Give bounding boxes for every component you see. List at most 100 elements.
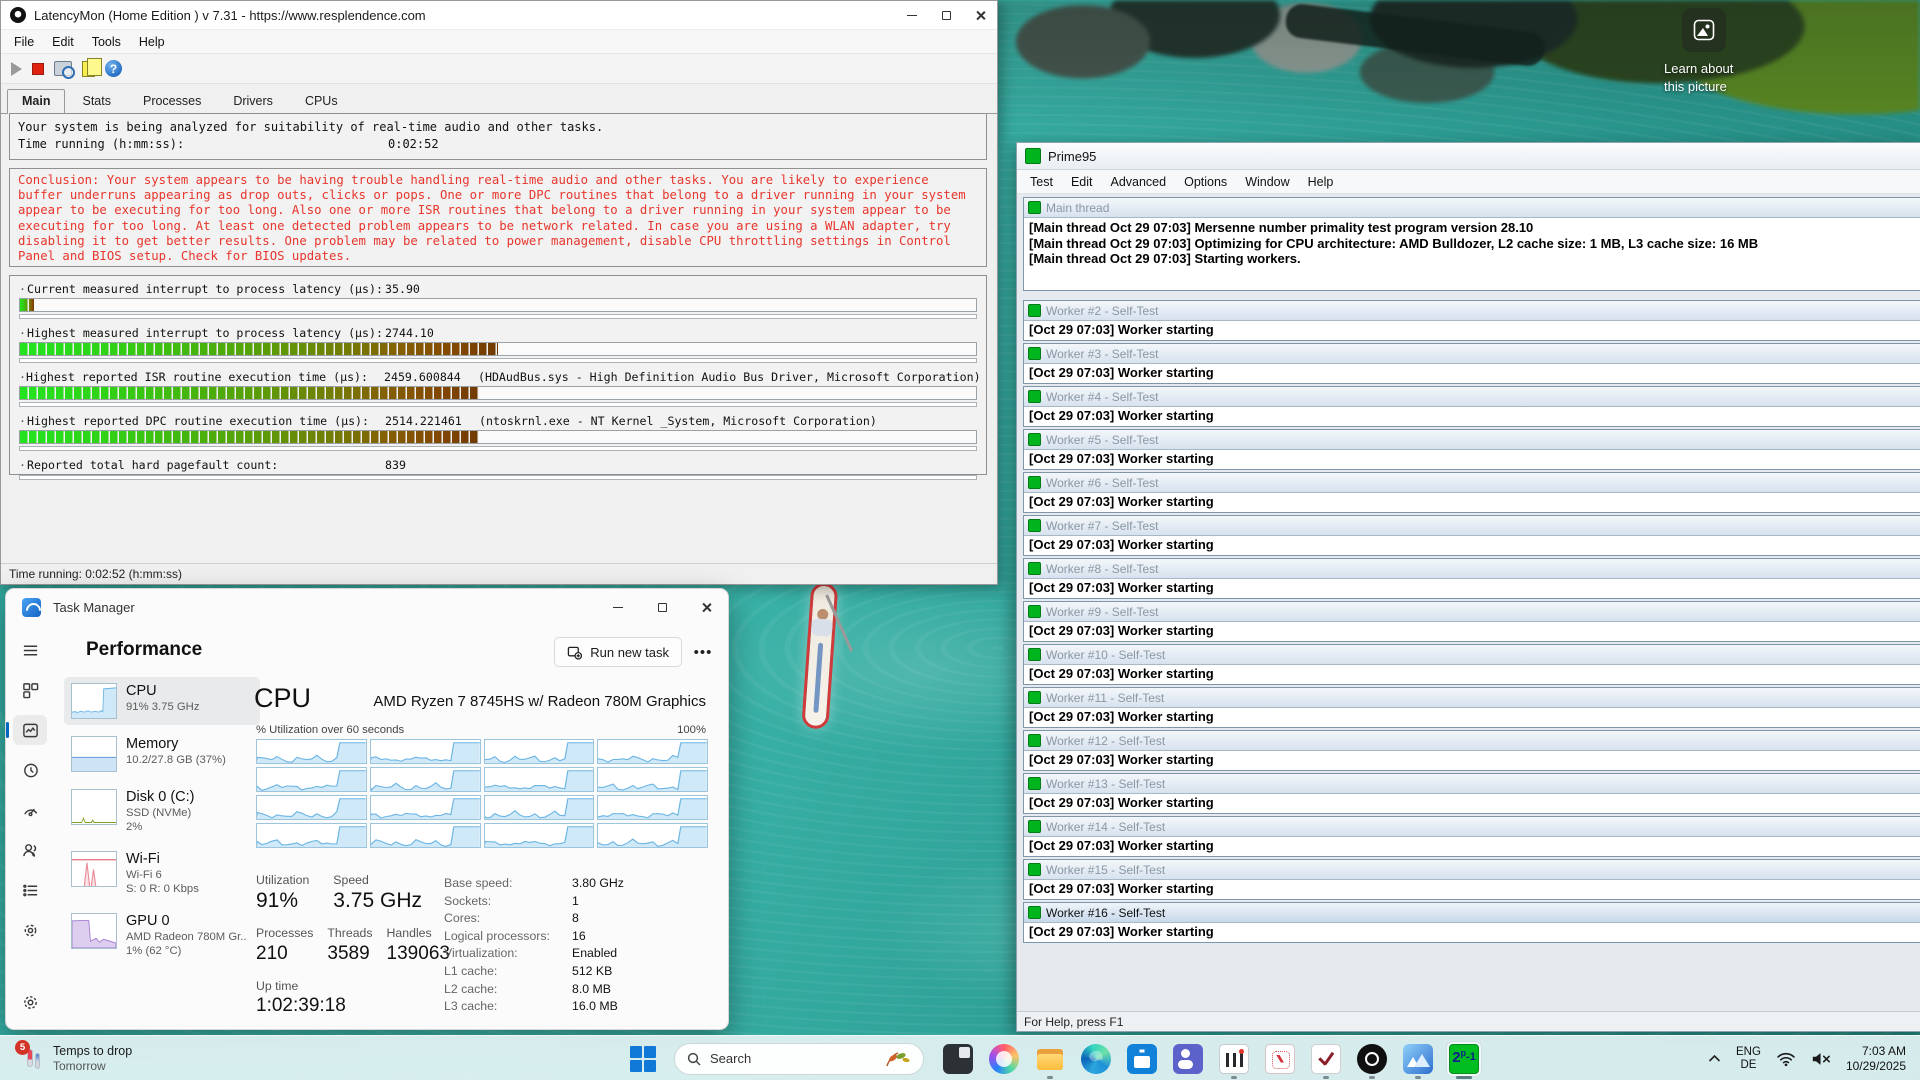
menu-item-edit[interactable]: Edit xyxy=(1062,173,1102,191)
sidebar-item-app-history[interactable] xyxy=(13,755,47,785)
maximize-button[interactable] xyxy=(929,1,963,30)
menu-item-options[interactable]: Options xyxy=(1175,173,1236,191)
worker-titlebar[interactable]: Worker #10 - Self-Test xyxy=(1024,645,1920,665)
item-subtitle: AMD Radeon 780M Gr..1% (62 °C) xyxy=(126,931,247,958)
performance-item-disk-0-c-[interactable]: Disk 0 (C:) SSD (NVMe)2% xyxy=(64,783,260,840)
task-manager-titlebar[interactable]: Task Manager xyxy=(6,589,728,625)
worker-titlebar[interactable]: Worker #15 - Self-Test xyxy=(1024,860,1920,880)
sidebar-item-details[interactable] xyxy=(13,875,47,905)
wifi-icon[interactable] xyxy=(1776,1051,1796,1067)
tab-main[interactable]: Main xyxy=(7,89,65,114)
detail-value: 16 xyxy=(572,928,586,946)
performance-item-wi-fi[interactable]: Wi-Fi Wi-Fi 6S: 0 R: 0 Kbps xyxy=(64,845,260,902)
sidebar-item-startup-apps[interactable] xyxy=(13,795,47,825)
teams-taskbar-button[interactable] xyxy=(1170,1041,1206,1077)
close-button[interactable] xyxy=(963,1,997,30)
search-box[interactable]: Search xyxy=(674,1043,924,1075)
worker-titlebar[interactable]: Worker #12 - Self-Test xyxy=(1024,731,1920,751)
wallpaper-paddleboarder xyxy=(767,580,878,742)
worker-titlebar[interactable]: Worker #3 - Self-Test xyxy=(1024,344,1920,364)
main-thread-titlebar[interactable]: Main thread xyxy=(1024,198,1920,218)
menu-item-file[interactable]: File xyxy=(5,33,43,51)
camera-app-taskbar-button[interactable] xyxy=(1354,1041,1390,1077)
clock[interactable]: 7:03 AM 10/29/2025 xyxy=(1846,1044,1906,1074)
menu-item-advanced[interactable]: Advanced xyxy=(1101,173,1175,191)
menu-item-help[interactable]: Help xyxy=(1299,173,1343,191)
worker-log: [Oct 29 07:03] Worker starting xyxy=(1024,364,1920,383)
worker-titlebar[interactable]: Worker #13 - Self-Test xyxy=(1024,774,1920,794)
minimize-button[interactable] xyxy=(895,1,929,30)
stop-monitor-icon[interactable] xyxy=(32,63,44,75)
volume-muted-icon[interactable] xyxy=(1811,1051,1831,1067)
performance-item-cpu[interactable]: CPU 91% 3.75 GHz xyxy=(64,677,260,725)
snipping-tool-taskbar-button[interactable] xyxy=(1262,1041,1298,1077)
latencymon-taskbar-button[interactable] xyxy=(1216,1041,1252,1077)
picture-info-icon[interactable] xyxy=(1682,8,1726,52)
sidebar-item-services[interactable] xyxy=(13,915,47,945)
detail-value: 8 xyxy=(572,910,579,928)
worker-titlebar[interactable]: Worker #6 - Self-Test xyxy=(1024,473,1920,493)
sidebar-item-performance[interactable] xyxy=(13,715,47,745)
report-icon[interactable] xyxy=(54,61,72,76)
minimize-button[interactable] xyxy=(596,589,640,625)
close-button[interactable] xyxy=(684,589,728,625)
latencymon-titlebar[interactable]: LatencyMon (Home Edition ) v 7.31 - http… xyxy=(1,1,997,30)
weather-widget[interactable]: 5 Temps to drop Tomorrow xyxy=(12,1036,138,1080)
hidden-icons-chevron[interactable] xyxy=(1708,1054,1721,1063)
worker-window: Worker #3 - Self-Test [Oct 29 07:03] Wor… xyxy=(1023,343,1920,384)
performance-item-gpu-0[interactable]: GPU 0 AMD Radeon 780M Gr..1% (62 °C) xyxy=(64,907,260,964)
copilot-taskbar-button[interactable] xyxy=(986,1041,1022,1077)
start-button[interactable] xyxy=(628,1044,658,1074)
cpu-detail-row: Base speed: 3.80 GHz xyxy=(444,875,694,893)
worker-titlebar[interactable]: Worker #7 - Self-Test xyxy=(1024,516,1920,536)
metric-bar-secondary xyxy=(19,446,977,451)
language-switcher[interactable]: ENG DE xyxy=(1736,1046,1761,1072)
tab-processes[interactable]: Processes xyxy=(128,89,216,113)
prime95-taskbar-button[interactable]: 2p-1 xyxy=(1446,1041,1482,1077)
menu-item-tools[interactable]: Tools xyxy=(83,33,130,51)
worker-titlebar[interactable]: Worker #9 - Self-Test xyxy=(1024,602,1920,622)
edge-taskbar-button[interactable] xyxy=(1078,1041,1114,1077)
tab-stats[interactable]: Stats xyxy=(67,89,126,113)
menu-item-help[interactable]: Help xyxy=(130,33,174,51)
worker-title: Worker #5 - Self-Test xyxy=(1046,433,1158,447)
copy-icon[interactable] xyxy=(82,61,95,77)
file-explorer-taskbar-button[interactable] xyxy=(1032,1041,1068,1077)
nav-menu-button[interactable] xyxy=(13,635,47,665)
learn-about-picture[interactable]: Learn about this picture xyxy=(1662,8,1782,96)
more-options-button[interactable]: ••• xyxy=(688,637,718,667)
metric-driver: (ntoskrnl.exe - NT Kernel _System, Micro… xyxy=(479,414,877,429)
worker-titlebar[interactable]: Worker #2 - Self-Test xyxy=(1024,301,1920,321)
settings-gear-icon[interactable] xyxy=(13,987,47,1017)
worker-titlebar[interactable]: Worker #8 - Self-Test xyxy=(1024,559,1920,579)
tab-cpus[interactable]: CPUs xyxy=(290,89,353,113)
running-indicator xyxy=(1415,1076,1421,1079)
prime95-child-icon xyxy=(1028,562,1041,575)
copilot-icon xyxy=(989,1044,1019,1074)
worker-titlebar[interactable]: Worker #4 - Self-Test xyxy=(1024,387,1920,407)
worker-window: Worker #6 - Self-Test [Oct 29 07:03] Wor… xyxy=(1023,472,1920,513)
menu-item-window[interactable]: Window xyxy=(1236,173,1298,191)
cpu-core-graph xyxy=(597,767,708,792)
tab-drivers[interactable]: Drivers xyxy=(218,89,288,113)
photos-taskbar-button[interactable] xyxy=(1400,1041,1436,1077)
sidebar-item-users[interactable] xyxy=(13,835,47,865)
task-view-taskbar-button[interactable] xyxy=(940,1041,976,1077)
sidebar-item-processes[interactable] xyxy=(13,675,47,705)
start-monitor-icon[interactable] xyxy=(11,62,22,76)
performance-item-memory[interactable]: Memory 10.2/27.8 GB (37%) xyxy=(64,730,260,778)
prime95-titlebar[interactable]: Prime95 xyxy=(1017,143,1920,170)
help-icon[interactable]: ? xyxy=(105,60,122,77)
menu-item-test[interactable]: Test xyxy=(1021,173,1062,191)
menu-item-edit[interactable]: Edit xyxy=(43,33,83,51)
cpu-core-graph xyxy=(370,795,481,820)
store-taskbar-button[interactable] xyxy=(1124,1041,1160,1077)
run-new-task-button[interactable]: Run new task xyxy=(554,637,682,667)
prime95-child-icon xyxy=(1028,201,1041,214)
worker-titlebar[interactable]: Worker #11 - Self-Test xyxy=(1024,688,1920,708)
worker-titlebar[interactable]: Worker #5 - Self-Test xyxy=(1024,430,1920,450)
maximize-button[interactable] xyxy=(640,589,684,625)
check-app-taskbar-button[interactable] xyxy=(1308,1041,1344,1077)
worker-titlebar[interactable]: Worker #16 - Self-Test xyxy=(1024,903,1920,923)
worker-titlebar[interactable]: Worker #14 - Self-Test xyxy=(1024,817,1920,837)
